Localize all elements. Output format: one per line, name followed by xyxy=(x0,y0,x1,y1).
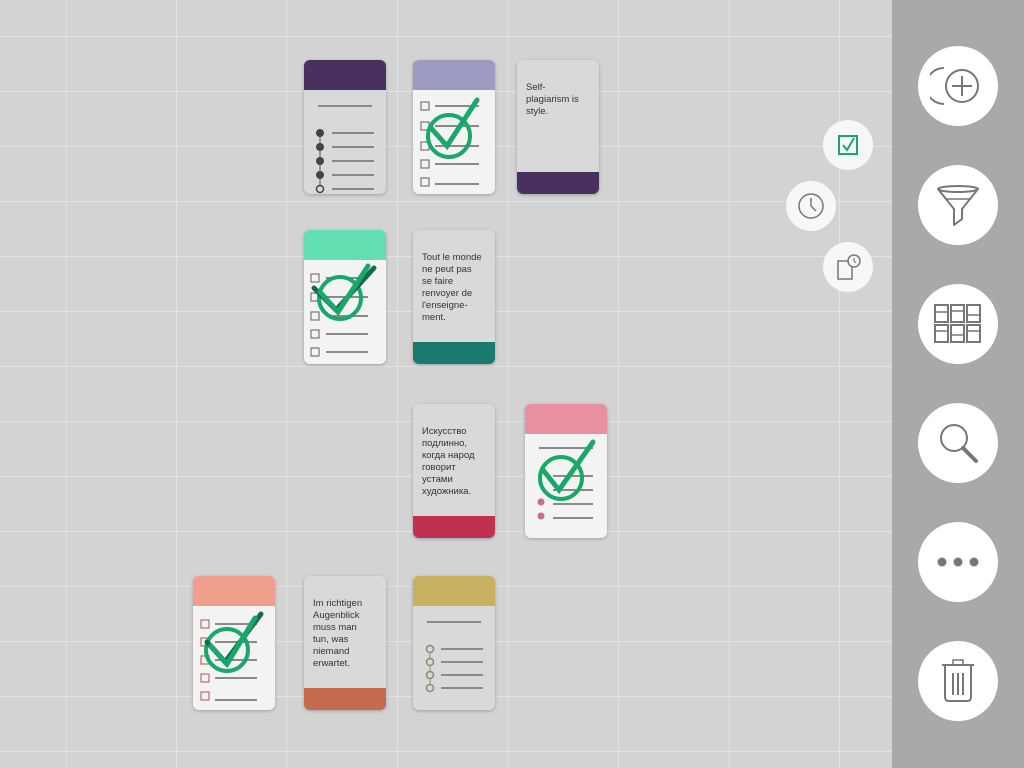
list-lines-icon xyxy=(315,105,374,194)
grid-view-icon xyxy=(934,304,981,343)
more-button[interactable] xyxy=(918,522,998,602)
note-text: Self- plagiarism is style. xyxy=(526,82,579,117)
note-card-iskusstvo[interactable]: Искусство подлинно, когда народ говорит … xyxy=(413,404,495,538)
add-card-button[interactable] xyxy=(918,46,998,126)
card-board[interactable]: Self- plagiarism is style. Tout le monde… xyxy=(0,0,892,768)
checklist-card-lavender[interactable] xyxy=(413,60,495,194)
checklist-mini-button[interactable] xyxy=(823,120,873,170)
card-footer xyxy=(413,342,495,364)
note-card-tout-le-monde[interactable]: Tout le monde ne peut pas se faire renvo… xyxy=(413,230,495,364)
list-card-pink[interactable] xyxy=(525,404,607,538)
trash-icon xyxy=(942,659,974,702)
search-button[interactable] xyxy=(918,403,998,483)
clock-mini-button[interactable] xyxy=(786,181,836,231)
card-footer xyxy=(304,688,386,710)
filter-icon xyxy=(937,185,979,226)
add-card-icon xyxy=(930,67,979,105)
completed-list-icon xyxy=(537,439,596,520)
checklist-icon xyxy=(838,135,858,155)
list-card-purple[interactable] xyxy=(304,60,386,194)
checklist-card-mint[interactable] xyxy=(304,230,386,364)
filter-button[interactable] xyxy=(918,165,998,245)
more-icon xyxy=(937,557,979,567)
note-text: Tout le monde ne peut pas se faire renvo… xyxy=(422,252,482,323)
search-icon xyxy=(940,424,978,463)
list-card-mustard[interactable] xyxy=(413,576,495,710)
checklist-card-salmon[interactable] xyxy=(193,576,275,710)
note-card-im-richtigen[interactable]: Im richtigen Augenblick muss man tun, wa… xyxy=(304,576,386,710)
timer-note-mini-button[interactable] xyxy=(823,242,873,292)
timer-note-icon xyxy=(837,254,861,280)
grid-view-button[interactable] xyxy=(918,284,998,364)
note-text: Искусство подлинно, когда народ говорит … xyxy=(422,426,475,497)
trash-button[interactable] xyxy=(918,641,998,721)
tool-sidebar xyxy=(892,0,1024,768)
completed-checklist-icon xyxy=(420,97,480,187)
completed-checklist-icon xyxy=(200,611,264,701)
card-footer xyxy=(413,516,495,538)
list-lines-icon xyxy=(425,621,483,693)
card-footer xyxy=(517,172,599,194)
note-text: Im richtigen Augenblick muss man tun, wa… xyxy=(313,598,363,669)
completed-checklist-icon xyxy=(310,263,377,357)
note-card-self-plagiarism[interactable]: Self- plagiarism is style. xyxy=(517,60,599,194)
clock-icon xyxy=(798,193,824,219)
